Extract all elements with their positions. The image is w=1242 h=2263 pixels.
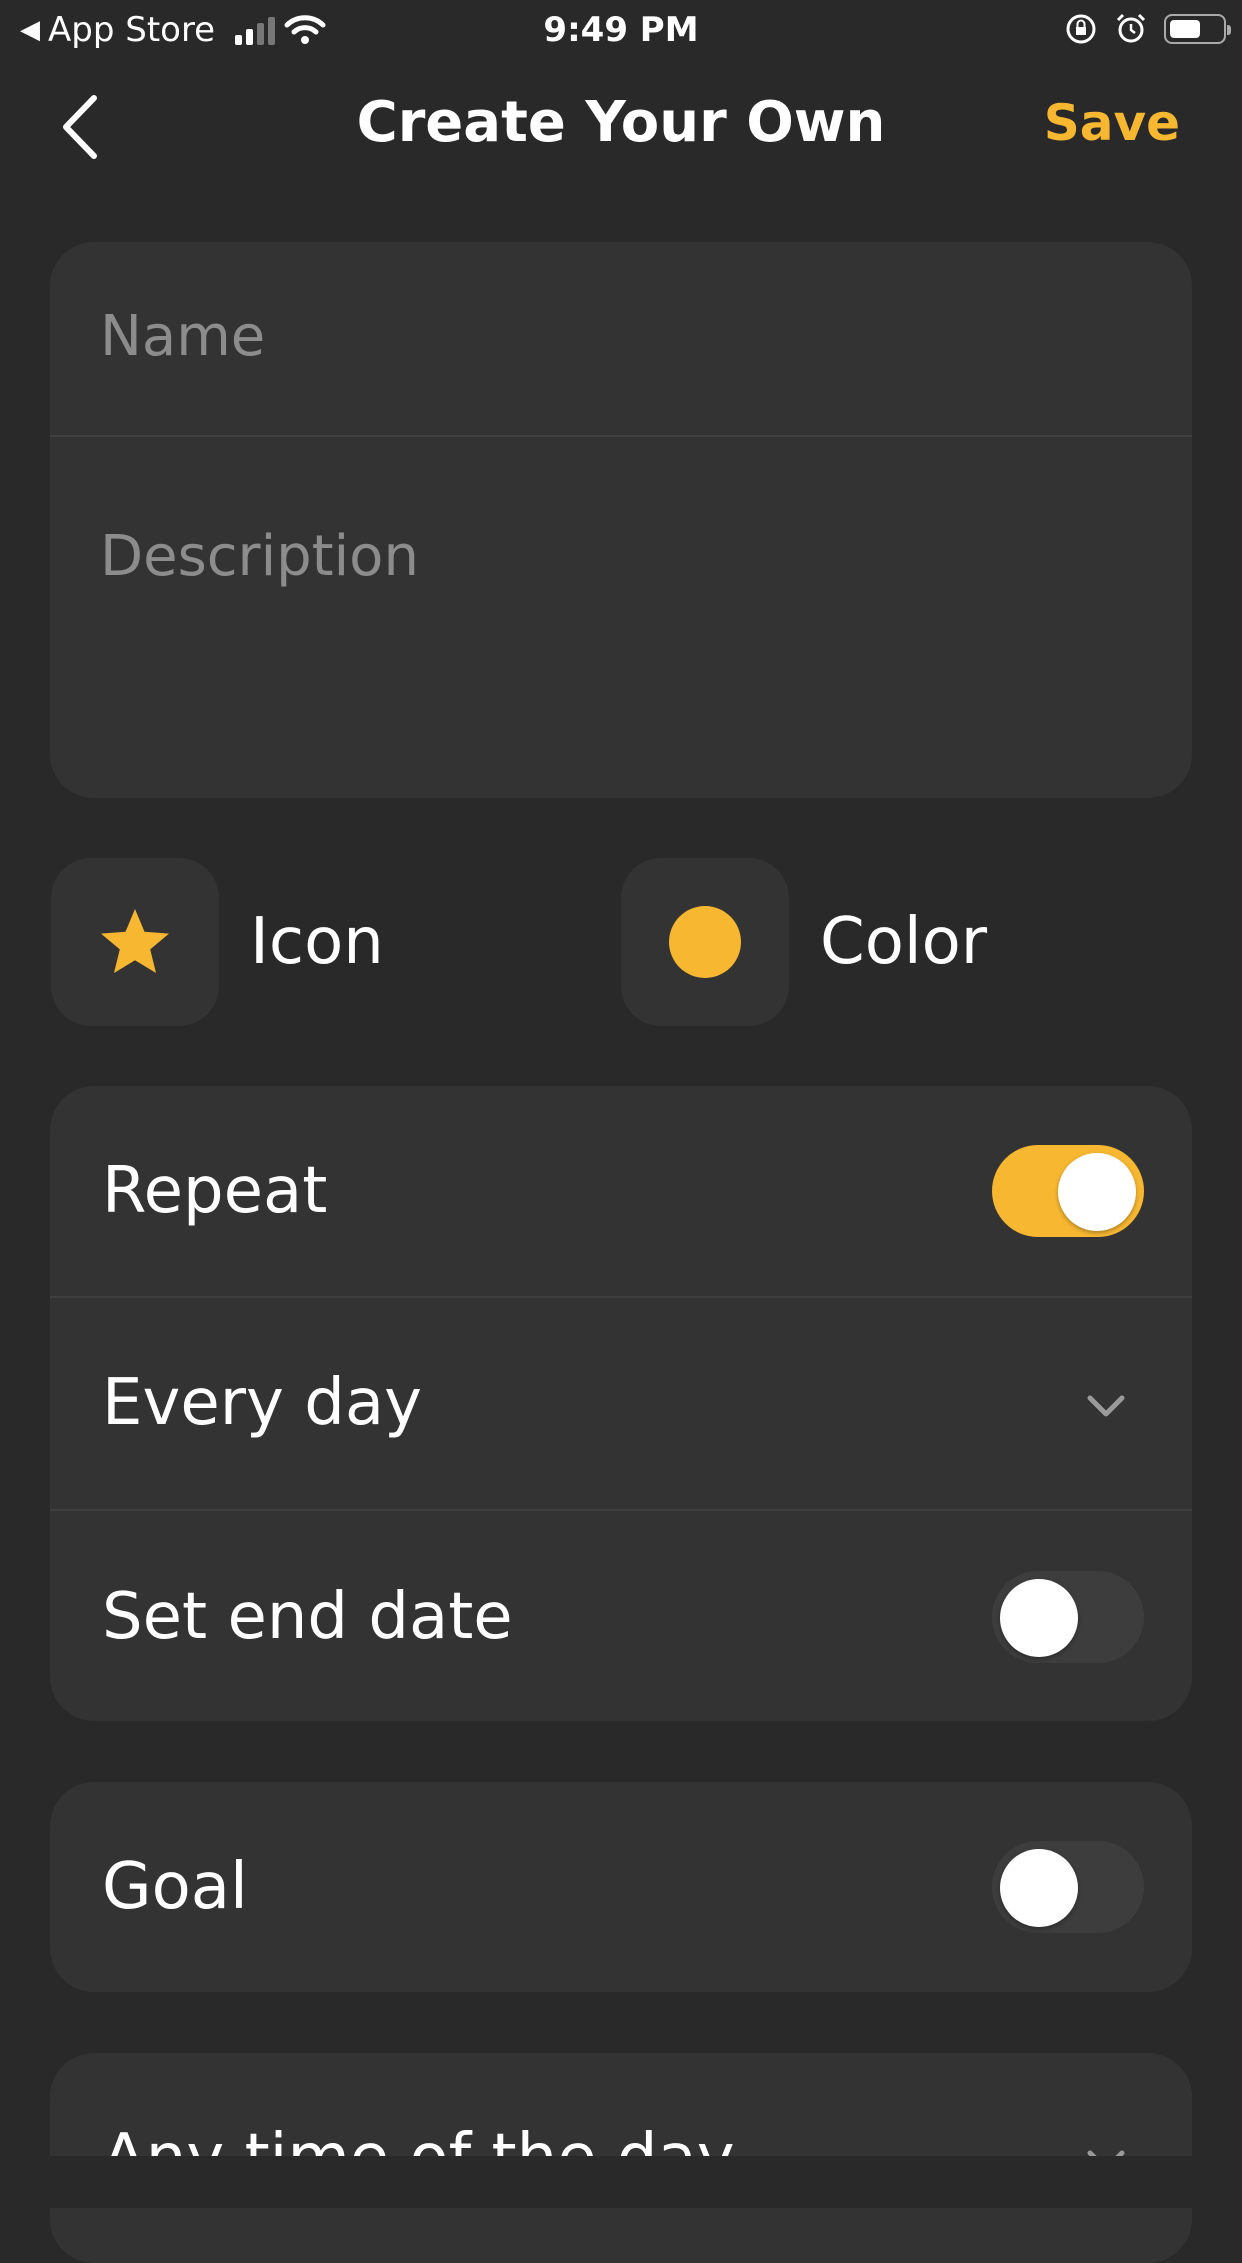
name-description-card: Name Description: [50, 242, 1192, 798]
divider: [50, 1509, 1192, 1511]
alarm-icon: [1116, 13, 1146, 43]
battery-icon: [1164, 14, 1231, 44]
description-input[interactable]: Description: [100, 524, 419, 589]
color-swatch: [669, 906, 741, 978]
status-bar: ◀ App Store 9:49 PM: [0, 0, 1242, 62]
repeat-label: Repeat: [102, 1154, 328, 1228]
color-label: Color: [820, 905, 988, 979]
divider: [50, 435, 1192, 437]
end-date-label: Set end date: [102, 1580, 513, 1654]
status-time: 9:49 PM: [543, 10, 699, 50]
bottom-edge: [0, 2156, 1242, 2208]
orientation-lock-icon: [1066, 14, 1096, 44]
goal-label: Goal: [102, 1850, 248, 1924]
frequency-dropdown[interactable]: Every day: [50, 1298, 1192, 1509]
icon-picker-button[interactable]: [51, 858, 219, 1026]
repeat-toggle[interactable]: [992, 1145, 1144, 1237]
navigation-bar: Create Your Own Save: [0, 62, 1242, 192]
schedule-card: Repeat Every day Set end date: [50, 1086, 1192, 1721]
chevron-down-icon: [1087, 1395, 1125, 1417]
goal-toggle[interactable]: [992, 1841, 1144, 1933]
name-input[interactable]: Name: [100, 304, 265, 369]
end-date-toggle[interactable]: [992, 1571, 1144, 1663]
icon-label: Icon: [250, 905, 384, 979]
frequency-value: Every day: [102, 1366, 422, 1440]
color-picker-button[interactable]: [621, 858, 789, 1026]
star-icon: [101, 909, 169, 973]
goal-card: Goal: [50, 1782, 1192, 1992]
save-button[interactable]: Save: [1044, 94, 1180, 152]
